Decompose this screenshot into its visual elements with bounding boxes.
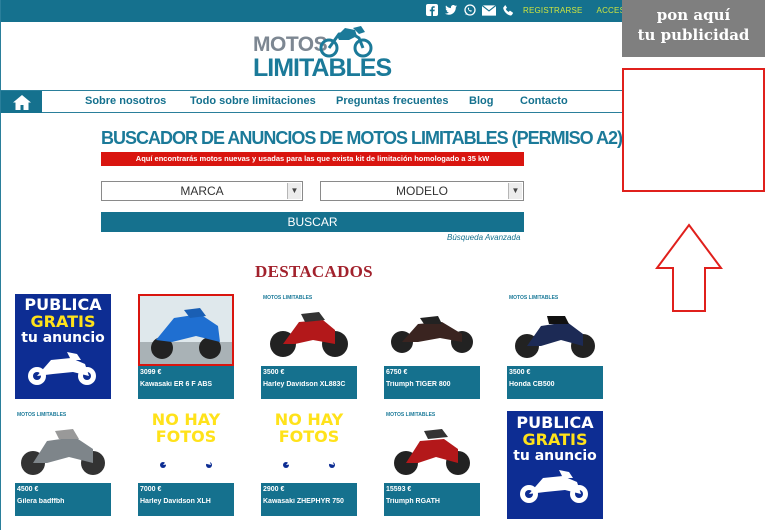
marca-select[interactable]: MARCA ▼	[101, 181, 303, 201]
motorcycle-icon	[28, 352, 96, 385]
home-icon	[12, 94, 31, 110]
listing-photo	[138, 294, 234, 366]
social-icons	[425, 3, 515, 17]
main-content: REGISTRARSE ACCESO MOTOS LIMITABLES Sobr…	[0, 0, 631, 530]
listing-card[interactable]: 3099 € Kawasaki ER 6 F ABS	[138, 294, 234, 399]
promo-line-1: PUBLICA	[516, 413, 594, 432]
modelo-select-value: MODELO	[395, 184, 448, 198]
home-button[interactable]	[1, 91, 42, 113]
no-photo-placeholder: NO HAY FOTOS	[138, 411, 234, 483]
promo-line-3: tu anuncio	[513, 448, 597, 464]
listing-price: 2900 €	[263, 486, 285, 493]
registrarse-link[interactable]: REGISTRARSE	[523, 6, 583, 15]
listing-model: Harley Davidson XL883C	[263, 381, 346, 388]
listing-model: Gilera badffbh	[17, 498, 65, 505]
nav-item-preguntas[interactable]: Preguntas frecuentes	[336, 95, 448, 107]
ad-line-1: pon aquí	[656, 6, 731, 24]
no-photo-placeholder: NO HAY FOTOS	[261, 411, 357, 483]
ad-banner[interactable]: pon aquí tu publicidad	[622, 0, 765, 57]
twitter-icon[interactable]	[444, 3, 458, 17]
nofoto-line-2: FOTOS	[155, 427, 217, 446]
listing-photo: MOTOS LIMITABLES	[15, 411, 111, 483]
listing-photo: MOTOS LIMITABLES	[384, 411, 480, 483]
listing-model: Kawasaki ER 6 F ABS	[140, 381, 213, 388]
ad-slot[interactable]	[622, 68, 765, 192]
listing-price: 4500 €	[17, 486, 39, 493]
listing-card[interactable]: NO HAY FOTOS 7000 € Harley Davidson XLH	[138, 411, 234, 516]
promo-line-2: GRATIS	[30, 312, 96, 331]
nav-item-limitaciones[interactable]: Todo sobre limitaciones	[190, 95, 316, 107]
mini-logo: MOTOS LIMITABLES	[17, 412, 67, 418]
publica-gratis-banner[interactable]: PUBLICA GRATIS tu anuncio	[15, 294, 111, 399]
motorcycle-icon	[520, 470, 588, 503]
chevron-down-icon: ▼	[508, 183, 522, 199]
phone-icon[interactable]	[501, 3, 515, 17]
listing-card[interactable]: MOTOS LIMITABLES 3500 € Harley Davidson …	[261, 294, 357, 399]
arrow-up-icon	[655, 223, 723, 312]
whatsapp-icon[interactable]	[463, 3, 477, 17]
account-links: REGISTRARSE ACCESO	[523, 6, 632, 15]
modelo-select[interactable]: MODELO ▼	[320, 181, 524, 201]
site-logo[interactable]: MOTOS LIMITABLES	[253, 24, 392, 82]
promo-line-1: PUBLICA	[24, 295, 102, 314]
chevron-down-icon: ▼	[287, 183, 301, 199]
motorcycle-icon	[155, 449, 217, 473]
publica-gratis-banner[interactable]: PUBLICA GRATIS tu anuncio	[507, 411, 603, 519]
search-title: BUSCADOR DE ANUNCIOS DE MOTOS LIMITABLES…	[101, 128, 623, 148]
mini-logo: MOTOS LIMITABLES	[386, 412, 436, 418]
listing-card[interactable]: MOTOS LIMITABLES 3500 € Honda CB500	[507, 294, 603, 399]
nofoto-line-2: FOTOS	[278, 427, 340, 446]
top-bar: REGISTRARSE ACCESO	[1, 0, 631, 22]
main-nav: Sobre nosotros Todo sobre limitaciones P…	[1, 90, 623, 113]
listing-info: 3500 € Honda CB500	[507, 366, 603, 399]
listing-price: 3500 €	[263, 369, 285, 376]
mini-logo: MOTOS LIMITABLES	[509, 295, 559, 301]
listing-card[interactable]: NO HAY FOTOS 2900 € Kawasaki ZHEPHYR 750	[261, 411, 357, 516]
listing-info: 3500 € Harley Davidson XL883C	[261, 366, 357, 399]
listing-price: 3500 €	[509, 369, 531, 376]
listing-info: 4500 € Gilera badffbh	[15, 483, 111, 516]
listing-price: 15593 €	[386, 486, 412, 493]
listing-card[interactable]: MOTOS LIMITABLES 15593 € Triumph RGATH	[384, 411, 480, 516]
promo-line-2: GRATIS	[522, 430, 588, 449]
busqueda-avanzada-link[interactable]: Búsqueda Avanzada	[447, 233, 520, 242]
listing-price: 6750 €	[386, 369, 408, 376]
listing-info: 6750 € Triumph TIGER 800	[384, 366, 480, 399]
listing-price: 3099 €	[140, 369, 162, 376]
facebook-icon[interactable]	[425, 3, 439, 17]
info-banner: Aquí encontrarás motos nuevas y usadas p…	[101, 152, 524, 166]
nofoto-line-1: NO HAY	[274, 411, 344, 429]
listing-model: Harley Davidson XLH	[140, 498, 211, 505]
buscar-button[interactable]: BUSCAR	[101, 212, 524, 232]
ad-line-2: tu publicidad	[637, 26, 750, 44]
motorcycle-logo-icon	[319, 26, 373, 58]
destacados-title: DESTACADOS	[255, 262, 373, 281]
listing-model: Triumph TIGER 800	[386, 381, 451, 388]
listing-photo: MOTOS LIMITABLES	[261, 294, 357, 366]
listing-model: Honda CB500	[509, 381, 555, 388]
marca-select-value: MARCA	[180, 184, 224, 198]
listing-info: 7000 € Harley Davidson XLH	[138, 483, 234, 516]
nav-item-contacto[interactable]: Contacto	[520, 95, 568, 107]
listing-info: 15593 € Triumph RGATH	[384, 483, 480, 516]
nav-item-blog[interactable]: Blog	[469, 95, 493, 107]
listing-info: 2900 € Kawasaki ZHEPHYR 750	[261, 483, 357, 516]
nofoto-line-1: NO HAY	[151, 411, 221, 429]
listing-photo: MOTOS LIMITABLES	[507, 294, 603, 366]
mail-icon[interactable]	[482, 3, 496, 17]
logo-text-limitables: LIMITABLES	[253, 54, 392, 82]
listing-photo	[384, 294, 480, 366]
listing-card[interactable]: 6750 € Triumph TIGER 800	[384, 294, 480, 399]
listing-info: 3099 € Kawasaki ER 6 F ABS	[138, 366, 234, 399]
motorcycle-icon	[278, 449, 340, 473]
listing-model: Triumph RGATH	[386, 498, 440, 505]
listing-card[interactable]: MOTOS LIMITABLES 4500 € Gilera badffbh	[15, 411, 111, 516]
nav-item-sobre-nosotros[interactable]: Sobre nosotros	[85, 95, 166, 107]
listing-price: 7000 €	[140, 486, 162, 493]
listing-model: Kawasaki ZHEPHYR 750	[263, 498, 344, 505]
mini-logo: MOTOS LIMITABLES	[263, 295, 313, 301]
page: REGISTRARSE ACCESO MOTOS LIMITABLES Sobr…	[0, 0, 765, 530]
promo-line-3: tu anuncio	[21, 330, 105, 346]
